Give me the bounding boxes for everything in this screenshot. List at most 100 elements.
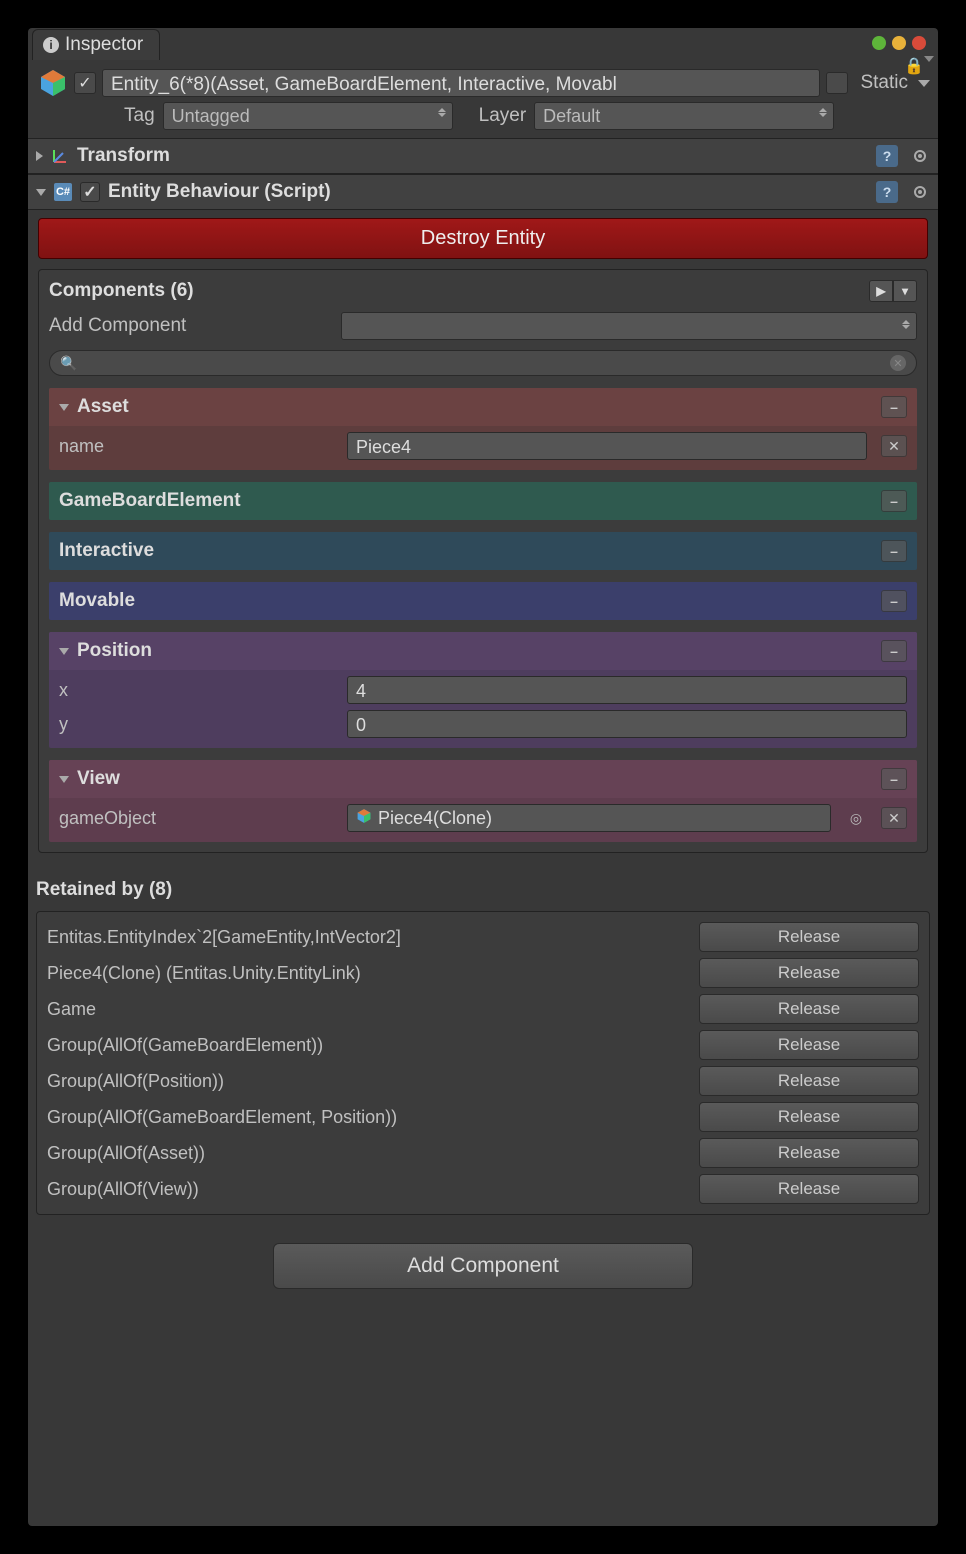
position-x-input[interactable]: 4 xyxy=(347,676,907,704)
lock-icon[interactable]: 🔒 xyxy=(904,56,924,76)
traffic-red[interactable] xyxy=(912,36,926,50)
window-controls xyxy=(872,36,926,50)
foldout-closed-icon xyxy=(36,151,43,161)
component-title: View xyxy=(77,768,120,790)
traffic-green[interactable] xyxy=(872,36,886,50)
layer-value: Default xyxy=(543,106,600,126)
tag-dropdown[interactable]: Untagged xyxy=(163,102,453,130)
component-view-header[interactable]: View – xyxy=(49,760,917,798)
retained-item-label: Piece4(Clone) (Entitas.Unity.EntityLink) xyxy=(47,963,689,984)
retained-item-label: Group(AllOf(View)) xyxy=(47,1179,689,1200)
field-row: y 0 xyxy=(59,710,907,738)
transform-title: Transform xyxy=(77,145,170,167)
static-dropdown-icon[interactable] xyxy=(918,80,930,87)
entity-behaviour-title: Entity Behaviour (Script) xyxy=(108,181,331,203)
foldout-open-icon xyxy=(59,776,69,783)
components-count-label: Components (6) xyxy=(49,280,194,302)
help-icon[interactable]: ? xyxy=(876,145,898,167)
retained-row: Piece4(Clone) (Entitas.Unity.EntityLink)… xyxy=(47,958,919,988)
tab-bar: i Inspector xyxy=(28,28,938,60)
enabled-checkbox[interactable]: ✓ xyxy=(74,72,96,94)
component-search-field[interactable]: 🔍 ✕ xyxy=(49,350,917,376)
script-icon: C# xyxy=(54,183,72,201)
components-header: Components (6) ▶ ▾ xyxy=(49,280,917,302)
release-button[interactable]: Release xyxy=(699,958,919,988)
component-interactive: Interactive – xyxy=(49,532,917,570)
destroy-entity-button[interactable]: Destroy Entity xyxy=(38,218,928,259)
field-clear-button[interactable]: ✕ xyxy=(881,807,907,829)
release-button[interactable]: Release xyxy=(699,1066,919,1096)
script-enabled-checkbox[interactable]: ✓ xyxy=(80,182,100,202)
position-y-input[interactable]: 0 xyxy=(347,710,907,738)
release-button[interactable]: Release xyxy=(699,994,919,1024)
static-checkbox[interactable] xyxy=(826,72,848,94)
panel-menu-icon[interactable] xyxy=(924,56,934,62)
page-dropdown-button[interactable]: ▾ xyxy=(893,280,917,302)
component-movable-header[interactable]: Movable – xyxy=(49,582,917,620)
components-paging: ▶ ▾ xyxy=(869,280,917,302)
component-position: Position – x 4 y 0 xyxy=(49,632,917,748)
retained-row: Group(AllOf(View)) Release xyxy=(47,1174,919,1204)
release-button[interactable]: Release xyxy=(699,1102,919,1132)
component-remove-button[interactable]: – xyxy=(881,590,907,612)
component-title: Position xyxy=(77,640,152,662)
add-component-button[interactable]: Add Component xyxy=(273,1243,693,1289)
component-position-header[interactable]: Position – xyxy=(49,632,917,670)
component-title: Asset xyxy=(77,396,129,418)
component-view: View – gameObject Piece4(Clone) ◎ ✕ xyxy=(49,760,917,842)
field-row: name Piece4 ✕ xyxy=(59,432,907,460)
component-remove-button[interactable]: – xyxy=(881,396,907,418)
component-asset-header[interactable]: Asset – xyxy=(49,388,917,426)
view-gameobject-field[interactable]: Piece4(Clone) xyxy=(347,804,831,832)
component-view-body: gameObject Piece4(Clone) ◎ ✕ xyxy=(49,798,917,842)
object-header: ✓ Entity_6(*8)(Asset, GameBoardElement, … xyxy=(28,60,938,102)
object-picker-icon[interactable]: ◎ xyxy=(845,807,867,829)
retained-row: Entitas.EntityIndex`2[GameEntity,IntVect… xyxy=(47,922,919,952)
add-component-row: Add Component xyxy=(49,312,917,340)
object-name-field[interactable]: Entity_6(*8)(Asset, GameBoardElement, In… xyxy=(102,69,820,97)
component-remove-button[interactable]: – xyxy=(881,540,907,562)
component-interactive-header[interactable]: Interactive – xyxy=(49,532,917,570)
release-button[interactable]: Release xyxy=(699,1174,919,1204)
gameobject-cube-icon xyxy=(356,808,372,829)
retained-item-label: Game xyxy=(47,999,689,1020)
layer-label: Layer xyxy=(479,105,527,127)
entity-behaviour-header[interactable]: C# ✓ Entity Behaviour (Script) ? xyxy=(28,174,938,210)
component-title: GameBoardElement xyxy=(59,490,241,512)
field-clear-button[interactable]: ✕ xyxy=(881,435,907,457)
help-icon[interactable]: ? xyxy=(876,181,898,203)
gear-icon[interactable] xyxy=(910,182,930,202)
release-button[interactable]: Release xyxy=(699,922,919,952)
retained-list: Entitas.EntityIndex`2[GameEntity,IntVect… xyxy=(36,911,930,1215)
transform-header[interactable]: Transform ? xyxy=(28,138,938,174)
inspector-body: Destroy Entity Components (6) ▶ ▾ Add Co… xyxy=(28,210,938,1319)
retained-item-label: Group(AllOf(GameBoardElement)) xyxy=(47,1035,689,1056)
retained-item-label: Group(AllOf(GameBoardElement, Position)) xyxy=(47,1107,689,1128)
tab-label: Inspector xyxy=(65,34,143,56)
page-prev-button[interactable]: ▶ xyxy=(869,280,893,302)
component-title: Movable xyxy=(59,590,135,612)
gear-icon[interactable] xyxy=(910,146,930,166)
tab-inspector[interactable]: i Inspector xyxy=(32,29,160,60)
field-label: x xyxy=(59,680,339,701)
components-box: Components (6) ▶ ▾ Add Component 🔍 ✕ xyxy=(38,269,928,853)
component-gameboardelement: GameBoardElement – xyxy=(49,482,917,520)
component-remove-button[interactable]: – xyxy=(881,640,907,662)
retained-row: Group(AllOf(GameBoardElement)) Release xyxy=(47,1030,919,1060)
retained-row: Group(AllOf(Position))Release xyxy=(47,1066,919,1096)
layer-dropdown[interactable]: Default xyxy=(534,102,834,130)
component-gbe-header[interactable]: GameBoardElement – xyxy=(49,482,917,520)
component-remove-button[interactable]: – xyxy=(881,768,907,790)
component-remove-button[interactable]: – xyxy=(881,490,907,512)
inspector-window: 🔒 i Inspector ✓ Entity_6(*8)(Asset, Game… xyxy=(28,28,938,1526)
search-clear-icon[interactable]: ✕ xyxy=(890,355,906,371)
release-button[interactable]: Release xyxy=(699,1030,919,1060)
static-label: Static xyxy=(860,72,908,94)
traffic-yellow[interactable] xyxy=(892,36,906,50)
release-button[interactable]: Release xyxy=(699,1138,919,1168)
add-component-dropdown[interactable] xyxy=(341,312,917,340)
component-asset: Asset – name Piece4 ✕ xyxy=(49,388,917,470)
asset-name-input[interactable]: Piece4 xyxy=(347,432,867,460)
info-icon: i xyxy=(43,37,59,53)
component-position-body: x 4 y 0 xyxy=(49,670,917,748)
